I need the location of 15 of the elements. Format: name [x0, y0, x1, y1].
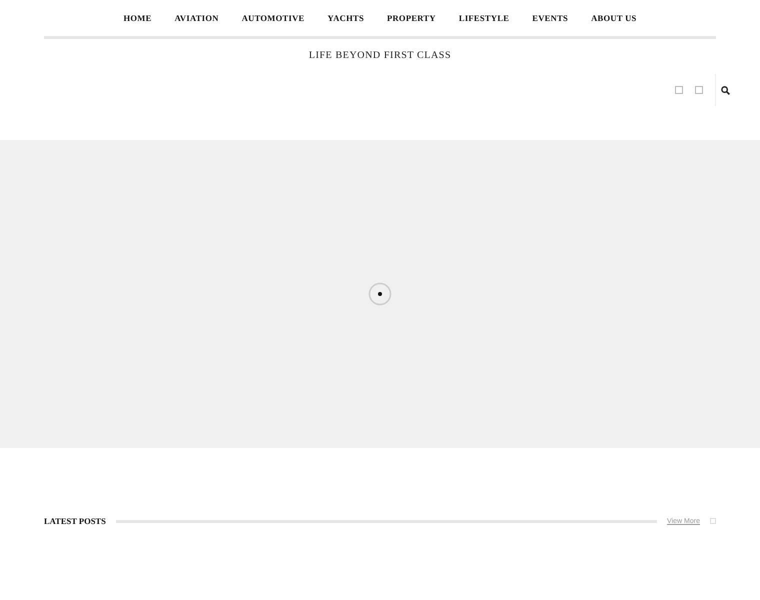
nav-link[interactable]: PROPERTY — [375, 13, 448, 23]
loading-spinner-icon — [368, 282, 392, 306]
search-icon[interactable] — [721, 86, 730, 94]
nav-link[interactable]: HOME — [112, 13, 164, 23]
nav-link[interactable]: EVENTS — [520, 13, 580, 23]
tagline: LIFE BEYOND FIRST CLASS — [308, 50, 452, 61]
section-title: LATEST POSTS — [44, 516, 106, 526]
square-icon — [710, 518, 716, 524]
nav-link[interactable]: LIFESTYLE — [447, 13, 521, 23]
nav-link[interactable]: ABOUT US — [580, 13, 648, 23]
nav-link[interactable]: AUTOMOTIVE — [230, 13, 316, 23]
square-icon[interactable] — [695, 86, 703, 94]
nav-link[interactable]: AVIATION — [163, 13, 230, 23]
square-icon[interactable] — [675, 86, 683, 94]
nav-link[interactable]: YACHTS — [316, 13, 376, 23]
